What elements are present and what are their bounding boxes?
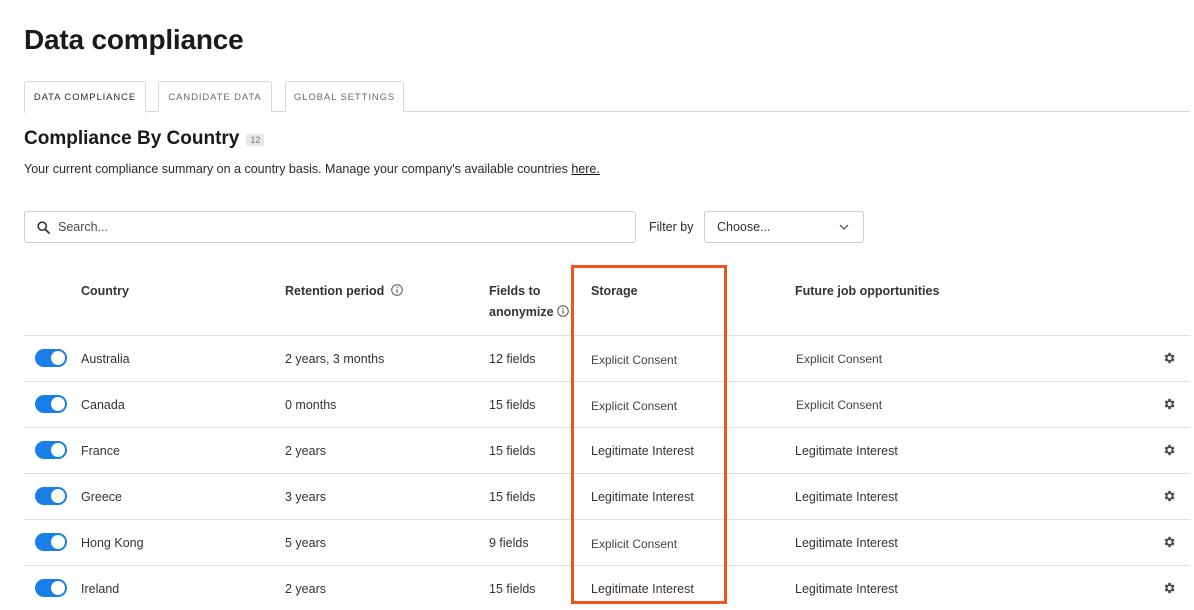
page-title: Data compliance bbox=[24, 24, 244, 55]
tab-data-compliance[interactable]: DATA COMPLIANCE bbox=[24, 81, 146, 113]
tab-bar: DATA COMPLIANCE CANDIDATE DATA GLOBAL SE… bbox=[24, 81, 1190, 113]
cell-future-jobs: Legitimate Interest bbox=[795, 490, 898, 504]
info-icon[interactable] bbox=[556, 305, 569, 317]
section-heading: Compliance By Country bbox=[24, 128, 240, 149]
table-row: Australia 2 years, 3 months 12 fields Expli… bbox=[24, 335, 1190, 381]
cell-retention: 5 years bbox=[285, 536, 326, 550]
cell-country: Ireland bbox=[81, 582, 120, 596]
cell-country: France bbox=[81, 444, 120, 458]
cell-retention: 2 years bbox=[285, 444, 326, 458]
table-row: France 2 years 15 fields Legitimate Interes… bbox=[24, 427, 1190, 473]
gear-icon[interactable] bbox=[1162, 581, 1176, 595]
cell-future-jobs: Legitimate Interest bbox=[795, 444, 898, 458]
gear-icon[interactable] bbox=[1162, 489, 1176, 503]
filter-value: Choose... bbox=[717, 220, 771, 234]
cell-fields: 12 fields bbox=[489, 352, 536, 366]
tab-global-settings[interactable]: GLOBAL SETTINGS bbox=[285, 81, 404, 112]
info-icon[interactable] bbox=[390, 284, 403, 296]
country-enabled-toggle[interactable] bbox=[35, 487, 67, 505]
table-row: Canada 0 months 15 fields Explicit Consent E… bbox=[24, 381, 1190, 427]
cell-retention: 0 months bbox=[285, 398, 337, 412]
gear-icon[interactable] bbox=[1162, 351, 1176, 365]
filter-select[interactable]: Choose... bbox=[704, 211, 864, 243]
country-enabled-toggle[interactable] bbox=[35, 349, 67, 367]
summary-text: Your current compliance summary on a cou… bbox=[24, 162, 600, 176]
cell-future-jobs: Explicit Consent bbox=[796, 398, 883, 412]
header-fields-line2: anonymize bbox=[489, 302, 569, 323]
cell-fields: 15 fields bbox=[489, 490, 536, 504]
cell-country: Australia bbox=[81, 352, 130, 366]
chevron-down-icon bbox=[839, 224, 849, 230]
header-retention: Retention period bbox=[285, 281, 403, 302]
cell-retention: 2 years, 3 months bbox=[285, 352, 385, 366]
summary-body: Your current compliance summary on a cou… bbox=[24, 162, 572, 176]
cell-retention: 2 years bbox=[285, 582, 326, 596]
cell-storage: Explicit Consent bbox=[591, 399, 678, 413]
header-storage: Storage bbox=[591, 284, 638, 298]
country-enabled-toggle[interactable] bbox=[35, 579, 67, 597]
cell-storage: Explicit Consent bbox=[591, 537, 678, 551]
cell-fields: 15 fields bbox=[489, 398, 536, 412]
cell-storage: Legitimate Interest bbox=[591, 582, 694, 596]
cell-fields: 9 fields bbox=[489, 536, 529, 550]
table-row: Ireland 2 years 15 fields Legitimate Intere… bbox=[24, 565, 1190, 610]
section-title: Compliance By Country 12 bbox=[24, 128, 265, 150]
cell-storage: Legitimate Interest bbox=[591, 490, 694, 504]
search-box[interactable] bbox=[24, 211, 636, 243]
cell-retention: 3 years bbox=[285, 490, 326, 504]
cell-country: Hong Kong bbox=[81, 536, 144, 550]
cell-storage: Legitimate Interest bbox=[591, 444, 694, 458]
header-fields-line1: Fields to bbox=[489, 284, 541, 298]
header-retention-label: Retention period bbox=[285, 284, 385, 298]
count-badge: 12 bbox=[246, 134, 265, 146]
table-row: Hong Kong 5 years 9 fields Explicit Consent… bbox=[24, 519, 1190, 565]
cell-fields: 15 fields bbox=[489, 582, 536, 596]
header-fields-label: anonymize bbox=[489, 305, 554, 319]
gear-icon[interactable] bbox=[1162, 535, 1176, 549]
header-country: Country bbox=[81, 284, 129, 298]
gear-icon[interactable] bbox=[1162, 443, 1176, 457]
cell-country: Greece bbox=[81, 490, 122, 504]
search-icon bbox=[37, 220, 50, 234]
gear-icon[interactable] bbox=[1162, 397, 1176, 411]
manage-countries-link[interactable]: here. bbox=[571, 162, 600, 176]
cell-fields: 15 fields bbox=[489, 444, 536, 458]
header-future-jobs: Future job opportunities bbox=[795, 284, 940, 298]
filter-label: Filter by bbox=[649, 220, 694, 234]
search-input[interactable] bbox=[58, 220, 598, 234]
country-enabled-toggle[interactable] bbox=[35, 395, 67, 413]
cell-future-jobs: Explicit Consent bbox=[796, 352, 883, 366]
country-enabled-toggle[interactable] bbox=[35, 533, 67, 551]
cell-future-jobs: Legitimate Interest bbox=[795, 582, 898, 596]
header-fields: Fields to anonymize bbox=[489, 281, 569, 323]
table-row: Greece 3 years 15 fields Legitimate Interes… bbox=[24, 473, 1190, 519]
country-enabled-toggle[interactable] bbox=[35, 441, 67, 459]
cell-country: Canada bbox=[81, 398, 125, 412]
cell-future-jobs: Legitimate Interest bbox=[795, 536, 898, 550]
tab-candidate-data[interactable]: CANDIDATE DATA bbox=[158, 81, 272, 112]
cell-storage: Explicit Consent bbox=[591, 353, 678, 367]
